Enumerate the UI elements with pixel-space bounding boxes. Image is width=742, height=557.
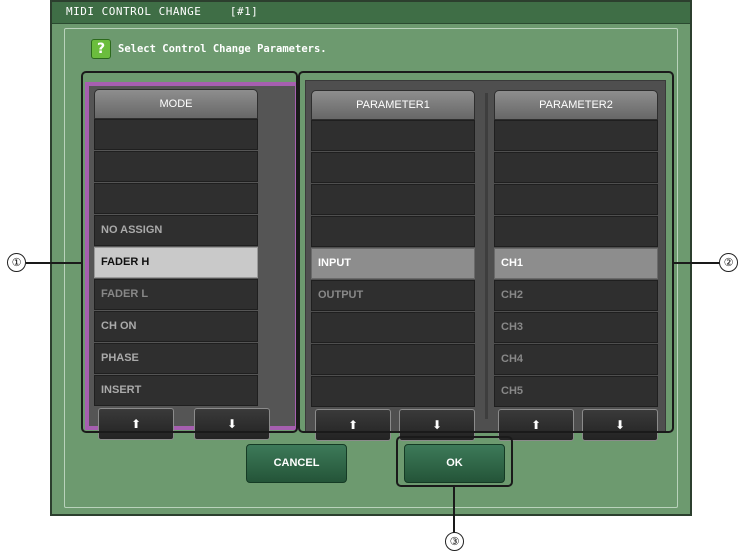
help-icon[interactable]: ? bbox=[91, 39, 111, 59]
callout-3-highlight bbox=[396, 436, 513, 487]
callout-2-line bbox=[674, 262, 720, 264]
cancel-button[interactable]: CANCEL bbox=[246, 444, 347, 483]
callout-2-marker: ② bbox=[719, 253, 738, 272]
instruction-text: Select Control Change Parameters. bbox=[118, 43, 327, 55]
callout-1-line bbox=[26, 262, 81, 264]
dialog-title: MIDI CONTROL CHANGE [#1] bbox=[66, 5, 259, 18]
dialog-titlebar: MIDI CONTROL CHANGE [#1] bbox=[52, 2, 690, 24]
callout-3-line bbox=[453, 487, 455, 533]
callout-3-marker: ③ bbox=[445, 532, 464, 551]
callout-1-marker: ① bbox=[7, 253, 26, 272]
callout-1-highlight bbox=[81, 71, 298, 433]
callout-2-highlight bbox=[298, 71, 674, 433]
